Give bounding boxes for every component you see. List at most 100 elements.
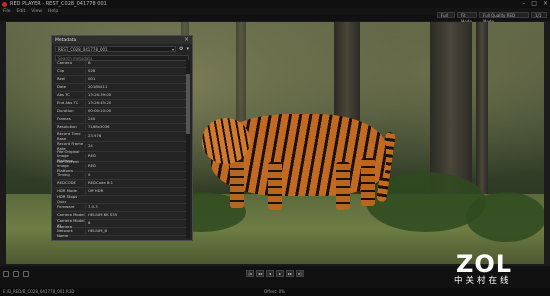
metadata-row[interactable]: Frames 240 <box>55 116 186 124</box>
mark-out-icon[interactable] <box>23 271 29 277</box>
metadata-value: 240 <box>85 117 186 122</box>
step-back-button[interactable]: ◂ <box>266 270 274 277</box>
metadata-value: HELIUM 8K S35 <box>85 213 186 218</box>
metadata-key: File Current Image Platform <box>57 159 79 173</box>
metadata-row[interactable]: File Current Image Platform RED <box>55 159 186 173</box>
offset-readout: Offset: 0% <box>264 289 285 294</box>
zoom-dropdown[interactable]: 1/1 <box>531 12 547 18</box>
metadata-key: Camera Network Name <box>57 224 73 238</box>
tiger-leg <box>268 162 282 210</box>
quality-dropdown[interactable]: Full Quality RED Mode <box>479 12 529 24</box>
maximize-icon[interactable]: □ <box>531 0 537 8</box>
fast-forward-button[interactable]: ▸▸ <box>286 270 294 277</box>
metadata-key: Timing <box>57 172 70 178</box>
metadata-row[interactable]: Clip 028 <box>55 68 186 76</box>
zol-watermark-tagline: 中关村在线 <box>454 276 512 286</box>
close-window-icon[interactable]: × <box>543 0 548 8</box>
rewind-button[interactable]: ◂◂ <box>256 270 264 277</box>
metadata-scrollbar[interactable] <box>186 60 190 238</box>
metadata-key: HDR Mode <box>57 188 77 194</box>
metadata-value: 0 <box>85 173 186 178</box>
tree-trunk <box>476 22 488 202</box>
play-button[interactable]: ▸ <box>276 270 284 277</box>
go-to-start-button[interactable]: |◂ <box>246 270 254 277</box>
go-to-end-button[interactable]: ▸| <box>296 270 304 277</box>
metadata-value: 13:26:39:00 <box>85 93 186 98</box>
metadata-key: Record Time Base <box>57 131 81 141</box>
tiger-head <box>202 118 250 164</box>
minimize-icon[interactable]: – <box>522 0 525 8</box>
menu-view[interactable]: View <box>31 8 42 15</box>
metadata-value: RED <box>85 164 186 169</box>
menu-help[interactable]: Help <box>48 8 58 15</box>
title-bar: RED PLAYER - REST_C028_041778 001 – □ × <box>0 0 550 8</box>
fit-mode-dropdown[interactable]: Fit Mode <box>457 12 477 24</box>
metadata-key: Abs TC <box>57 92 70 98</box>
metadata-row[interactable]: Abs TC 13:26:39:00 <box>55 92 186 100</box>
file-path: E:/B_RED/B_C028_041778_001.R3D <box>3 289 75 294</box>
metadata-value: 13:26:45:20 <box>85 101 186 106</box>
metadata-value: 20180411 <box>85 85 186 90</box>
metadata-row[interactable]: REDCODE REDCode 8:1 <box>55 180 186 188</box>
left-control-group <box>3 271 29 277</box>
view-size-dropdown[interactable]: Full <box>437 12 455 18</box>
menu-file[interactable]: File <box>3 8 11 15</box>
clip-select-value: REST_C028_041778_001 <box>58 47 108 52</box>
metadata-key: Firmware <box>57 204 75 210</box>
window-controls: – □ × <box>522 0 548 8</box>
tiger-leg <box>361 158 375 206</box>
metadata-row[interactable]: Firmware 7.0.3 <box>55 204 186 212</box>
metadata-key: REDCODE <box>57 180 76 186</box>
chevron-down-icon: ▾ <box>171 47 174 52</box>
metadata-value: 00:00:10:00 <box>85 109 186 114</box>
metadata-panel-header[interactable]: Metadata × <box>52 36 192 44</box>
metadata-value: REDCode 8:1 <box>85 181 186 186</box>
metadata-key: Camera Model <box>57 212 85 218</box>
zol-watermark-logo: ZOL <box>456 250 513 278</box>
close-panel-icon[interactable]: × <box>184 36 189 44</box>
menu-edit[interactable]: Edit <box>17 8 26 15</box>
menu-chevron-icon[interactable]: ▾ <box>186 46 189 52</box>
metadata-key: Resolution <box>57 124 77 130</box>
scrollbar-thumb[interactable] <box>186 74 190 134</box>
metadata-key: Date <box>57 84 67 90</box>
gear-icon[interactable]: ⚙ <box>179 46 183 52</box>
metadata-key: End Abs TC <box>57 100 79 106</box>
metadata-row[interactable]: Camera B <box>55 60 186 68</box>
metadata-panel: Metadata × REST_C028_041778_001 ▾ ⚙ ▾ Se… <box>51 35 193 241</box>
app-logo-icon <box>2 1 7 7</box>
metadata-value: HELIUM_B <box>85 229 186 234</box>
metadata-value: 028 <box>85 69 186 74</box>
metadata-row[interactable]: End Abs TC 13:26:45:20 <box>55 100 186 108</box>
metadata-value: RED <box>85 154 186 159</box>
metadata-row[interactable]: Date 20180411 <box>55 84 186 92</box>
transport-buttons: |◂ ◂◂ ◂ ▸ ▸▸ ▸| <box>246 270 304 277</box>
metadata-value: 23.976 <box>85 134 186 139</box>
metadata-row[interactable]: Camera Network Name HELIUM_B <box>55 224 186 238</box>
metadata-row[interactable]: HDR Stops Over <box>55 195 186 204</box>
metadata-row[interactable]: Timing 0 <box>55 172 186 180</box>
metadata-value: 7168x3036 <box>85 125 186 130</box>
window-title: RED PLAYER - REST_C028_041778 001 <box>10 1 107 7</box>
metadata-value: 001 <box>85 77 186 82</box>
metadata-value: 7.0.3 <box>85 205 186 210</box>
metadata-key: Camera <box>57 60 72 66</box>
tiger-leg <box>230 160 244 208</box>
metadata-key: Duration <box>57 108 74 114</box>
metadata-table: Camera B Clip 028 Reel 001 Date 20180411 Abs TC 1… <box>55 60 186 238</box>
metadata-key: Reel <box>57 76 66 82</box>
loop-icon[interactable] <box>3 271 9 277</box>
metadata-key: Clip <box>57 68 65 74</box>
mark-in-icon[interactable] <box>13 271 19 277</box>
metadata-panel-title: Metadata <box>55 37 77 43</box>
status-bar: E:/B_RED/B_C028_041778_001.R3D Offset: 0… <box>0 288 550 296</box>
clip-select-row: REST_C028_041778_001 ▾ ⚙ ▾ <box>52 44 192 54</box>
metadata-value: 24 <box>85 144 186 149</box>
metadata-row[interactable]: Duration 00:00:10:00 <box>55 108 186 116</box>
bush <box>466 192 544 242</box>
metadata-key: Frames <box>57 116 71 122</box>
metadata-row[interactable]: Reel 001 <box>55 76 186 84</box>
side-strip <box>544 22 550 264</box>
metadata-value: 8 <box>85 221 186 226</box>
clip-select[interactable]: REST_C028_041778_001 ▾ <box>55 46 176 52</box>
